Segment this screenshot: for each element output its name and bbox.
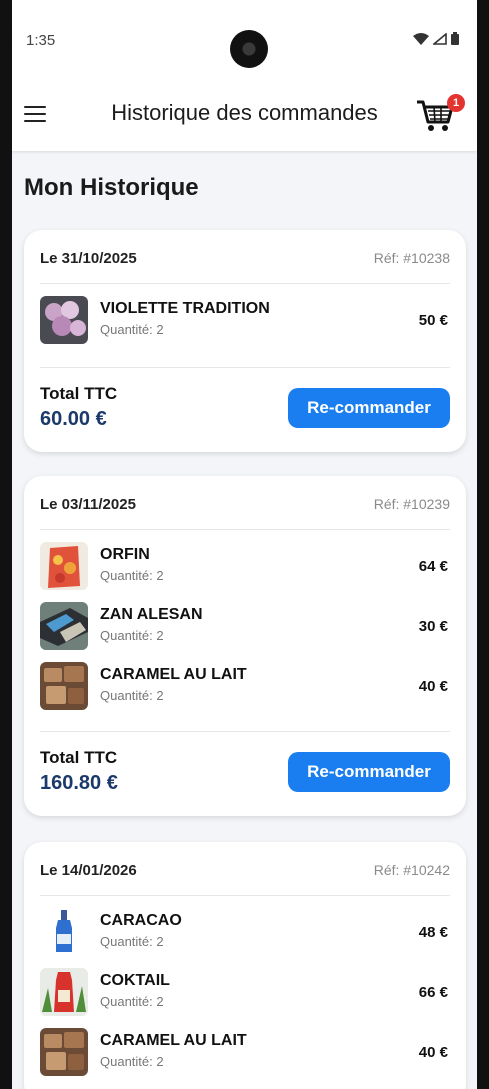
product-thumbnail [40,542,88,590]
product-quantity: Quantité: 2 [100,568,164,583]
product-quantity: Quantité: 2 [100,1054,164,1069]
divider [40,895,450,896]
signal-icon [433,32,447,45]
order-header: Le 03/11/2025 Réf: #10239 [40,494,450,518]
reorder-button[interactable]: Re-commander [288,388,450,428]
order-item: ORFIN Quantité: 2 64 € [40,542,450,592]
total-label: Total TTC [40,384,118,403]
divider [40,367,450,368]
status-icons [413,32,459,45]
order-reference: Réf: #10239 [373,496,450,512]
product-thumbnail [40,602,88,650]
product-name: VIOLETTE TRADITION [100,300,270,317]
order-date: Le 31/10/2025 [40,250,137,267]
order-item: CARACAO Quantité: 2 48 € [40,908,450,958]
status-time: 1:35 [26,32,56,49]
order-date: Le 03/11/2025 [40,496,136,513]
product-thumbnail [40,1028,88,1076]
product-price: 50 € [418,312,448,329]
order-reference: Réf: #10242 [373,862,450,878]
order-item: VIOLETTE TRADITION Quantité: 2 50 € [40,296,450,346]
device-frame-right [477,0,489,1089]
product-price: 64 € [418,558,448,575]
divider [40,731,450,732]
wifi-icon [413,32,429,45]
product-quantity: Quantité: 2 [100,628,164,643]
product-name: CARAMEL AU LAIT [100,666,247,683]
app-screen: 1:35 Historique des commandes 1 Mon Hist… [12,6,477,1089]
product-thumbnail [40,296,88,344]
total-amount: 160.80 € [40,772,118,794]
order-card: Le 03/11/2025 Réf: #10239 ORFIN Quantité… [24,476,466,816]
cart-button[interactable]: 1 [415,94,465,136]
product-name: CARAMEL AU LAIT [100,1032,247,1049]
order-item: CARAMEL AU LAIT Quantité: 2 40 € [40,662,450,712]
product-quantity: Quantité: 2 [100,322,164,337]
product-price: 30 € [418,618,448,635]
product-thumbnail [40,662,88,710]
product-name: ORFIN [100,546,150,563]
product-thumbnail [40,908,88,956]
total-amount: 60.00 € [40,408,107,430]
order-item: ZAN ALESAN Quantité: 2 30 € [40,602,450,652]
order-date: Le 14/01/2026 [40,862,137,879]
order-card: Le 31/10/2025 Réf: #10238 VIOLETTE TRADI… [24,230,466,452]
product-name: ZAN ALESAN [100,606,203,623]
divider [40,529,450,530]
product-quantity: Quantité: 2 [100,934,164,949]
product-quantity: Quantité: 2 [100,688,164,703]
app-bar-title: Historique des commandes [111,100,378,125]
page-title: Mon Historique [24,174,199,201]
order-header: Le 14/01/2026 Réf: #10242 [40,860,450,884]
camera-cutout [230,30,268,68]
total-label: Total TTC [40,748,118,767]
product-name: CARACAO [100,912,182,929]
battery-icon [451,32,459,45]
order-card: Le 14/01/2026 Réf: #10242 CARACAO Quanti… [24,842,466,1089]
app-header: 1:35 Historique des commandes 1 [12,6,477,151]
product-price: 40 € [418,678,448,695]
order-header: Le 31/10/2025 Réf: #10238 [40,248,450,272]
order-reference: Réf: #10238 [373,250,450,266]
product-price: 48 € [418,924,448,941]
divider [40,283,450,284]
product-thumbnail [40,968,88,1016]
product-quantity: Quantité: 2 [100,994,164,1009]
order-item: COKTAIL Quantité: 2 66 € [40,968,450,1018]
product-price: 66 € [418,984,448,1001]
order-item: CARAMEL AU LAIT Quantité: 2 40 € [40,1028,450,1078]
product-price: 40 € [418,1044,448,1061]
product-name: COKTAIL [100,972,170,989]
cart-count-badge: 1 [447,94,465,112]
reorder-button[interactable]: Re-commander [288,752,450,792]
device-frame-left [0,0,12,1089]
